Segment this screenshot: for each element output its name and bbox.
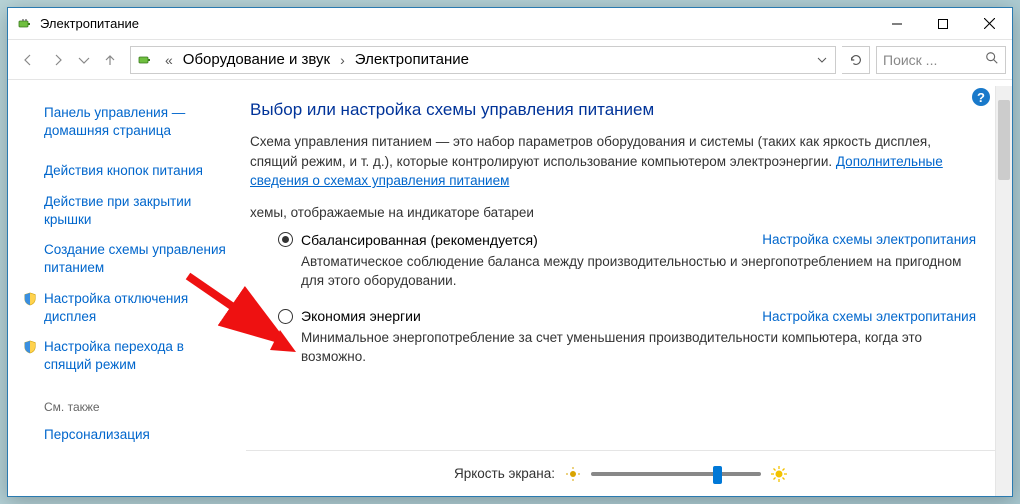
plan-description: Минимальное энергопотребление за счет ум… [301, 329, 980, 367]
sun-dim-icon [565, 466, 581, 482]
brightness-bar: Яркость экрана: [246, 450, 995, 496]
up-button[interactable] [96, 46, 124, 74]
chevron-down-icon[interactable] [813, 52, 831, 68]
page-heading: Выбор или настройка схемы управления пит… [250, 100, 998, 120]
back-button[interactable] [14, 46, 42, 74]
breadcrumb-part[interactable]: Электропитание [355, 51, 469, 68]
sidebar-link[interactable]: Настройка отключения дисплея [26, 284, 228, 332]
power-plan-option: Сбалансированная (рекомендуется) Настрой… [278, 232, 980, 291]
refresh-button[interactable] [842, 46, 870, 74]
radio-powersaver[interactable] [278, 309, 293, 324]
see-also-label: См. также [26, 380, 228, 420]
brightness-slider[interactable] [591, 472, 761, 476]
plans-group: хемы, отображаемые на индикаторе батареи… [250, 205, 998, 368]
main-panel: ? Выбор или настройка схемы управления п… [246, 80, 1012, 496]
group-label: хемы, отображаемые на индикаторе батареи [250, 205, 980, 220]
page-description: Схема управления питанием — это набор па… [250, 132, 998, 191]
sidebar-link[interactable]: Создание схемы управления питанием [26, 235, 228, 283]
window-title: Электропитание [40, 16, 874, 31]
minimize-button[interactable] [874, 8, 920, 39]
shield-icon [22, 291, 38, 307]
sidebar-item-label: Настройка перехода в спящий режим [44, 339, 184, 372]
forward-button[interactable] [44, 46, 72, 74]
content: Панель управления — домашняя страница Де… [8, 80, 1012, 496]
titlebar: Электропитание [8, 8, 1012, 40]
recent-dropdown[interactable] [74, 46, 94, 74]
sidebar: Панель управления — домашняя страница Де… [8, 80, 246, 496]
slider-thumb[interactable] [713, 466, 722, 484]
plan-description: Автоматическое соблюдение баланса между … [301, 253, 980, 291]
sidebar-link[interactable]: Настройка перехода в спящий режим [26, 332, 228, 380]
sun-bright-icon [771, 466, 787, 482]
search-icon [985, 51, 999, 68]
sidebar-link[interactable]: Действие при закрытии крышки [26, 187, 228, 235]
breadcrumb-sep: « [161, 52, 177, 68]
sidebar-home-link[interactable]: Панель управления — домашняя страница [26, 98, 228, 146]
power-plan-option: Экономия энергии Настройка схемы электро… [278, 308, 980, 367]
close-button[interactable] [966, 8, 1012, 39]
radio-balanced[interactable] [278, 232, 293, 247]
plan-name[interactable]: Экономия энергии [301, 308, 754, 324]
address-bar[interactable]: « Оборудование и звук › Электропитание [130, 46, 836, 74]
help-icon[interactable]: ? [972, 88, 990, 106]
brightness-label: Яркость экрана: [454, 466, 555, 481]
chevron-right-icon: › [336, 52, 349, 68]
shield-icon [22, 339, 38, 355]
plan-name[interactable]: Сбалансированная (рекомендуется) [301, 232, 754, 248]
maximize-button[interactable] [920, 8, 966, 39]
search-placeholder: Поиск ... [883, 52, 981, 68]
sidebar-link[interactable]: Действия кнопок питания [26, 156, 228, 186]
plan-settings-link[interactable]: Настройка схемы электропитания [762, 309, 980, 324]
window: Электропитание « Оборудование и звук › Э… [7, 7, 1013, 497]
navbar: « Оборудование и звук › Электропитание П… [8, 40, 1012, 80]
breadcrumb-part[interactable]: Оборудование и звук [183, 51, 330, 68]
scrollbar-thumb[interactable] [998, 100, 1010, 180]
sidebar-see-also-link[interactable]: Персонализация [26, 420, 228, 450]
battery-plug-icon [135, 50, 155, 70]
scrollbar[interactable] [995, 86, 1012, 496]
plan-settings-link[interactable]: Настройка схемы электропитания [762, 232, 980, 247]
sidebar-item-label: Настройка отключения дисплея [44, 291, 188, 324]
battery-plug-icon [16, 15, 34, 33]
search-input[interactable]: Поиск ... [876, 46, 1006, 74]
